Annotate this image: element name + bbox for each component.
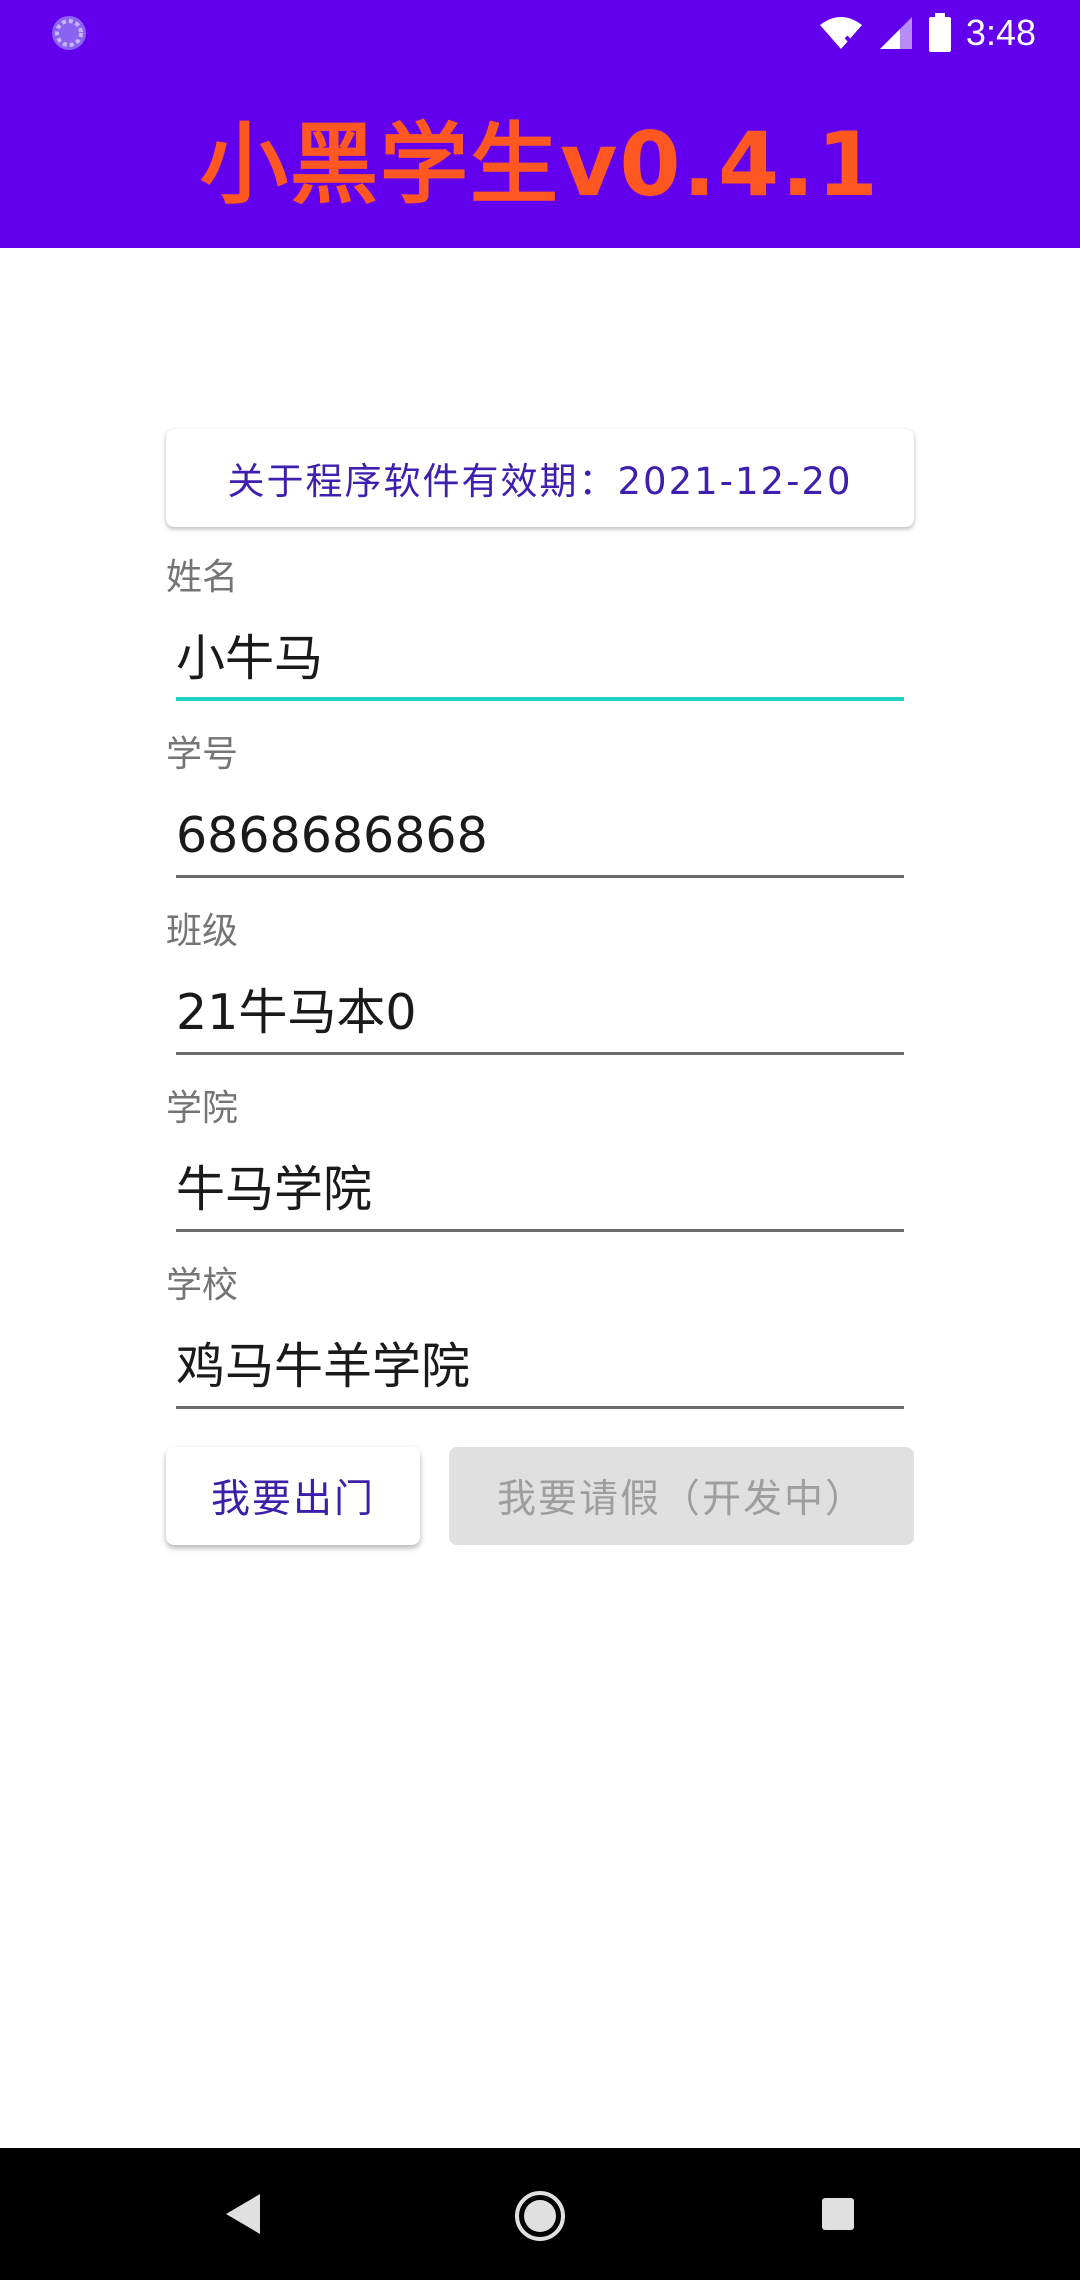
student-id-input[interactable]: 6868686868 [176, 800, 904, 878]
app-title: 小黑学生v0.4.1 [200, 112, 880, 216]
recents-icon[interactable] [820, 2196, 856, 2232]
status-time: 3:48 [965, 12, 1036, 53]
college-input[interactable]: 牛马学院 [176, 1154, 904, 1232]
app-bar: 小黑学生v0.4.1 [0, 66, 1080, 248]
name-label: 姓名 [166, 557, 239, 598]
leave-button: 我要请假（开发中） [449, 1447, 914, 1545]
go-out-button[interactable]: 我要出门 [166, 1447, 420, 1545]
name-input[interactable]: 小牛马 [176, 623, 904, 701]
signal-icon [879, 17, 912, 49]
school-input[interactable]: 鸡马牛羊学院 [176, 1331, 904, 1409]
validity-card[interactable]: 关于程序软件有效期：2021-12-20 [166, 429, 914, 527]
sync-icon [52, 16, 86, 50]
nav-bar [0, 2148, 1080, 2280]
home-icon[interactable] [514, 2190, 566, 2242]
college-label: 学院 [166, 1088, 239, 1129]
class-label: 班级 [166, 911, 239, 952]
back-icon[interactable] [222, 2192, 262, 2236]
battery-icon [928, 13, 951, 52]
status-icons: 3:48 [818, 0, 1036, 66]
wifi-icon [819, 17, 862, 51]
class-input[interactable]: 21牛马本0 [176, 977, 904, 1055]
school-label: 学校 [166, 1265, 239, 1306]
student-id-label: 学号 [166, 734, 239, 775]
status-bar: 3:48 [0, 0, 1080, 66]
